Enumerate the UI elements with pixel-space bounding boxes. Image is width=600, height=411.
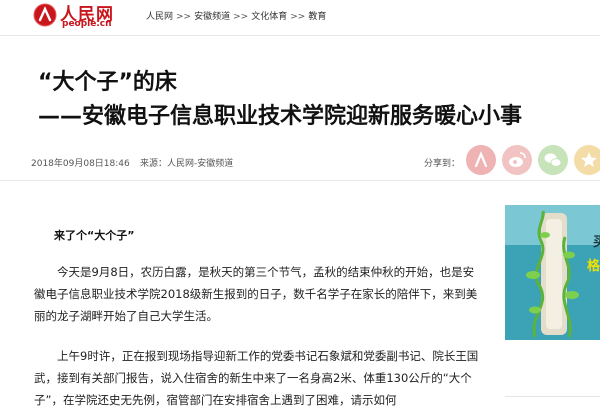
header-divider bbox=[0, 35, 600, 36]
breadcrumb-item-anhui[interactable]: 安徽频道 bbox=[194, 12, 230, 22]
side-advertisement[interactable]: 买 格力 bbox=[505, 205, 600, 340]
article-source-link[interactable]: 来源：人民网-安徽频道 bbox=[140, 159, 233, 169]
share-people-button[interactable] bbox=[466, 145, 496, 175]
breadcrumb-separator: >> bbox=[290, 12, 306, 22]
breadcrumb: 人民网 >> 安徽频道 >> 文化体育 >> 教育 bbox=[146, 9, 326, 22]
share-label: 分享到： bbox=[424, 159, 461, 169]
ad-text-1: 买 bbox=[593, 235, 600, 250]
weibo-icon bbox=[502, 145, 532, 175]
article-title-line2: ——安徽电子信息职业技术学院迎新服务暖心小事 bbox=[38, 104, 523, 129]
sidebar-box bbox=[505, 396, 600, 411]
air-conditioner-ad-image bbox=[505, 205, 600, 340]
article-date: 2018年09月08日18:46 bbox=[31, 159, 130, 169]
share-qzone-button[interactable] bbox=[574, 145, 600, 175]
article-paragraph: 今天是9月8日，农历白露，是秋天的第三个节气，孟秋的结束仲秋的开始，也是安徽电子… bbox=[34, 265, 478, 323]
meta-divider bbox=[0, 180, 600, 181]
logo-url: people.cn bbox=[62, 19, 112, 29]
article-subheading: 来了个“大个子” bbox=[54, 229, 135, 242]
share-weibo-button[interactable] bbox=[502, 145, 532, 175]
ad-text-2: 格力 bbox=[587, 259, 600, 274]
breadcrumb-item-education[interactable]: 教育 bbox=[308, 12, 326, 22]
site-logo[interactable]: 人民网 people.cn bbox=[32, 0, 113, 34]
share-wechat-button[interactable] bbox=[538, 145, 568, 175]
wechat-icon bbox=[538, 145, 568, 175]
breadcrumb-item-culture-sports[interactable]: 文化体育 bbox=[251, 12, 287, 22]
article-source[interactable]: 来源：人民网-安徽频道 bbox=[140, 156, 233, 169]
people-logo-icon bbox=[33, 3, 57, 27]
people-share-icon bbox=[466, 145, 496, 175]
breadcrumb-separator: >> bbox=[176, 12, 192, 22]
breadcrumb-separator: >> bbox=[233, 12, 249, 22]
article-title-line1: “大个子”的床 bbox=[38, 70, 177, 95]
breadcrumb-item-people[interactable]: 人民网 bbox=[146, 12, 173, 22]
qzone-star-icon bbox=[574, 145, 600, 175]
article-paragraph: 上午9时许，正在报到现场指导迎新工作的党委书记石象斌和党委副书记、院长王国武，接… bbox=[34, 349, 479, 407]
